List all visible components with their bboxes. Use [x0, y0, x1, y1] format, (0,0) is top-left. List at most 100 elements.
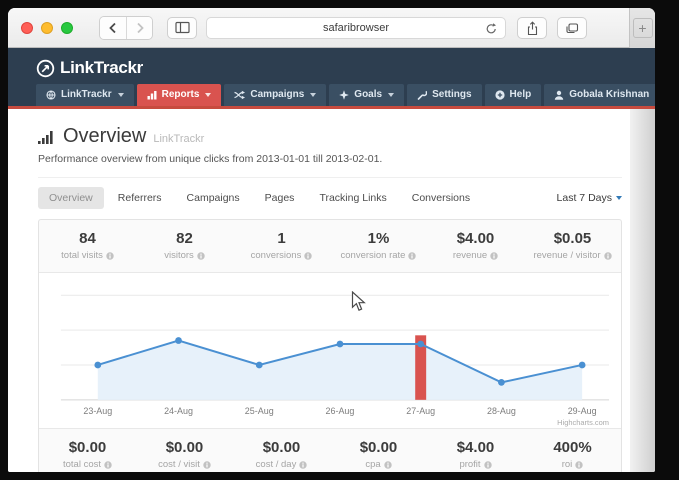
stat-cost-visit: $0.00 cost / visit — [136, 429, 233, 472]
nav-item-goals[interactable]: Goals — [329, 84, 404, 106]
page-title: Overview — [63, 125, 146, 148]
bar-chart-heading-icon — [38, 129, 56, 144]
stat-revenue-visitor: $0.05revenue / visitor — [524, 220, 621, 272]
bar-chart-icon — [147, 90, 157, 100]
info-icon[interactable] — [384, 461, 392, 469]
info-icon[interactable] — [203, 461, 211, 469]
forward-button[interactable] — [126, 17, 152, 39]
stat-label-text: conversions — [251, 250, 302, 261]
nav-item-label: Settings — [432, 89, 471, 100]
visits-chart: 23-Aug24-Aug25-Aug26-Aug27-Aug28-Aug29-A… — [39, 279, 621, 434]
info-icon[interactable] — [408, 252, 416, 260]
nav-item-label: LinkTrackr — [61, 89, 112, 100]
stat-value: 84 — [39, 230, 136, 247]
user-icon — [554, 90, 564, 100]
x-axis-label: 27-Aug — [406, 406, 435, 416]
tab-bar-edge: + — [629, 8, 655, 48]
goals-icon — [339, 90, 349, 100]
info-icon[interactable] — [490, 252, 498, 260]
address-text: safaribrowser — [323, 22, 389, 34]
stat-label-text: conversion rate — [341, 250, 406, 261]
data-point[interactable] — [256, 362, 263, 369]
stat-label-text: revenue — [453, 250, 487, 261]
stat-label-text: visitors — [164, 250, 194, 261]
nav-item-linktrackr[interactable]: LinkTrackr — [36, 84, 134, 106]
tab-conversions[interactable]: Conversions — [401, 187, 481, 209]
chevron-down-icon — [310, 93, 316, 97]
info-icon[interactable] — [304, 252, 312, 260]
x-axis-label: 25-Aug — [245, 406, 274, 416]
page-body: Overview LinkTrackr Performance overview… — [8, 109, 655, 472]
x-axis-label: 29-Aug — [568, 406, 597, 416]
stat-value: 400% — [524, 439, 621, 456]
tabs-list: OverviewReferrersCampaignsPagesTracking … — [38, 187, 484, 209]
nav-item-campaigns[interactable]: Campaigns — [224, 84, 326, 106]
data-point[interactable] — [417, 341, 424, 348]
safari-window: safaribrowser + LinkTrackr LinkTrackr Rep… — [8, 8, 655, 472]
data-point[interactable] — [498, 379, 505, 386]
info-icon[interactable] — [575, 461, 583, 469]
stat-value: $0.00 — [233, 439, 330, 456]
chevron-down-icon — [616, 196, 622, 200]
x-axis-label: 24-Aug — [164, 406, 193, 416]
stat-label: profit — [427, 459, 524, 470]
info-icon[interactable] — [197, 252, 205, 260]
page-heading: Overview LinkTrackr Performance overview… — [38, 109, 622, 178]
stat-value: $0.05 — [524, 230, 621, 247]
minimize-window-button[interactable] — [41, 22, 53, 34]
info-icon[interactable] — [299, 461, 307, 469]
tab-referrers[interactable]: Referrers — [107, 187, 173, 209]
address-bar[interactable]: safaribrowser — [206, 17, 506, 39]
info-icon[interactable] — [104, 461, 112, 469]
stat-label: conversion rate — [330, 250, 427, 261]
stat-value: $0.00 — [39, 439, 136, 456]
app-logo-text: LinkTrackr — [60, 58, 143, 78]
data-point[interactable] — [579, 362, 586, 369]
app-logo[interactable]: LinkTrackr — [8, 56, 655, 84]
tab-overview[interactable]: Overview — [38, 187, 104, 209]
stat-label-text: cpa — [365, 459, 380, 470]
stat-total-cost: $0.00total cost — [39, 429, 136, 472]
info-icon[interactable] — [604, 252, 612, 260]
stat-label: conversions — [233, 250, 330, 261]
back-button[interactable] — [100, 17, 126, 39]
tab-pages[interactable]: Pages — [254, 187, 306, 209]
data-point[interactable] — [94, 362, 101, 369]
x-axis-label: 28-Aug — [487, 406, 516, 416]
user-menu[interactable]: Gobala Krishnan — [544, 84, 655, 106]
stat-label: cpa — [330, 459, 427, 470]
report-tabs: OverviewReferrersCampaignsPagesTracking … — [38, 178, 622, 217]
new-tab-button[interactable]: + — [633, 18, 653, 38]
show-tabs-button[interactable] — [557, 17, 587, 39]
stat-label-text: cost / visit — [158, 459, 200, 470]
chart-credit[interactable]: Highcharts.com — [557, 418, 609, 427]
shuffle-icon — [234, 90, 245, 100]
tab-tracking-links[interactable]: Tracking Links — [308, 187, 397, 209]
page-content: Overview LinkTrackr Performance overview… — [8, 109, 630, 472]
date-range-label: Last 7 Days — [557, 192, 612, 204]
nav-item-settings[interactable]: Settings — [407, 84, 481, 106]
info-icon[interactable] — [484, 461, 492, 469]
nav-item-help[interactable]: Help — [485, 84, 542, 106]
data-point[interactable] — [337, 341, 344, 348]
info-icon[interactable] — [106, 252, 114, 260]
stats-row-bottom: $0.00total cost$0.00cost / visit$0.00cos… — [39, 429, 621, 472]
overview-panel: 84total visits82visitors1conversions1%co… — [38, 219, 622, 472]
tab-campaigns[interactable]: Campaigns — [176, 187, 251, 209]
data-point[interactable] — [175, 337, 182, 344]
stat-total-visits: 84total visits — [39, 220, 136, 272]
stat-value: $0.00 — [136, 439, 233, 456]
nav-item-reports[interactable]: Reports — [137, 84, 222, 106]
zoom-window-button[interactable] — [61, 22, 73, 34]
stat-label: cost / day — [233, 459, 330, 470]
stats-row-top: 84total visits82visitors1conversions1%co… — [39, 220, 621, 272]
share-button[interactable] — [517, 17, 547, 39]
sidebar-toggle-button[interactable] — [167, 17, 197, 39]
close-window-button[interactable] — [21, 22, 33, 34]
stat-revenue: $4.00revenue — [427, 220, 524, 272]
chevron-down-icon — [205, 93, 211, 97]
date-range-dropdown[interactable]: Last 7 Days — [557, 192, 622, 204]
reload-icon[interactable] — [485, 22, 498, 36]
stat-label: cost / visit — [136, 459, 233, 470]
wrench-icon — [417, 90, 427, 100]
